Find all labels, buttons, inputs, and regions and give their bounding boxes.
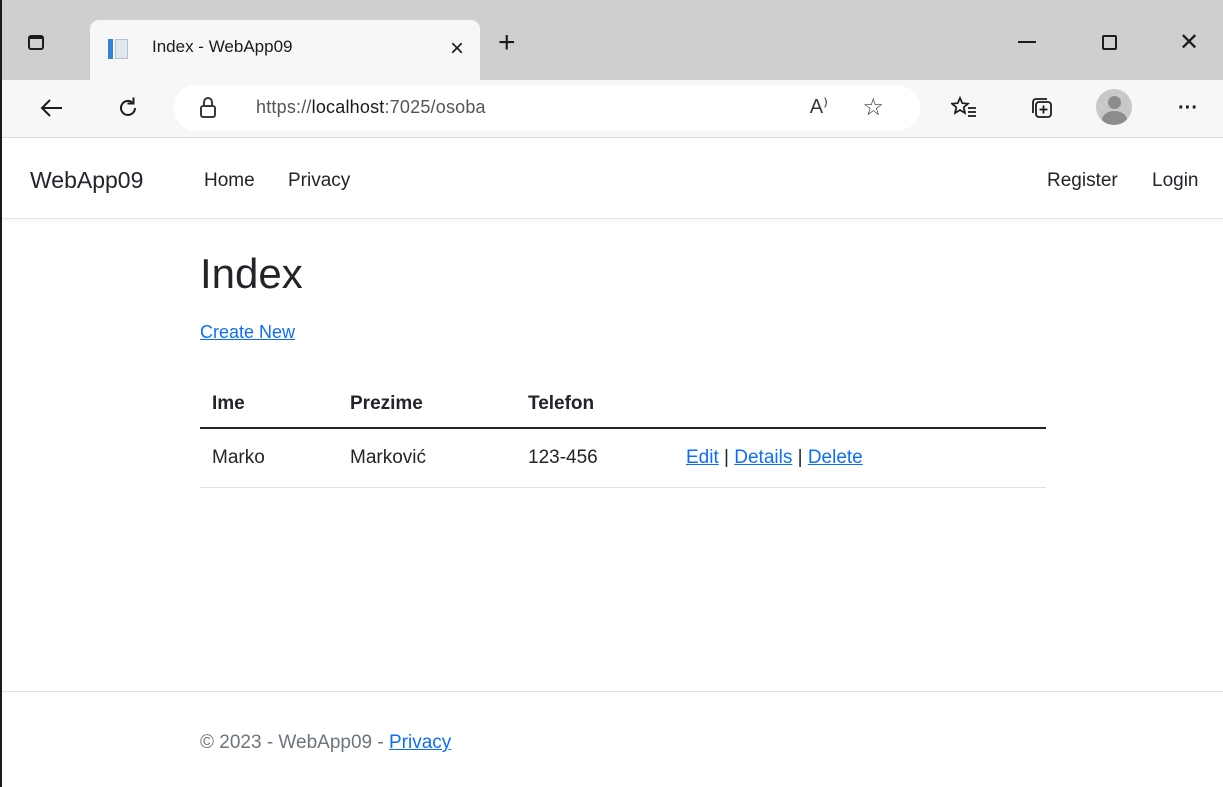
collections-icon (1032, 98, 1052, 118)
create-new-link[interactable]: Create New (200, 322, 295, 343)
site-footer: © 2023 - WebApp09 - Privacy (2, 691, 1223, 787)
collections-button[interactable] (1024, 90, 1060, 126)
add-favorite-icon[interactable]: ☆ (862, 93, 884, 122)
read-aloud-icon[interactable]: A⁾ (810, 94, 828, 119)
tab-title: Index - WebApp09 (152, 37, 293, 56)
browser-toolbar: https://localhost:7025/osoba A⁾ ☆ ··· (2, 80, 1223, 138)
nav-link-privacy[interactable]: Privacy (288, 170, 350, 192)
column-header-actions (674, 380, 1046, 429)
table-header-row: Ime Prezime Telefon (200, 380, 1046, 429)
url-text: https://localhost:7025/osoba (256, 97, 486, 117)
table-row: Marko Marković 123-456 Edit | Details | … (200, 428, 1046, 488)
site-navbar: WebApp09 Home Privacy Register Login (2, 139, 1223, 219)
favorites-icon (951, 96, 976, 117)
address-bar[interactable]: https://localhost:7025/osoba A⁾ ☆ (174, 85, 920, 131)
nav-link-register[interactable]: Register (1047, 170, 1118, 192)
new-tab-button[interactable]: + (498, 28, 516, 58)
back-button[interactable] (34, 90, 70, 126)
cell-telefon: 123-456 (516, 428, 674, 488)
column-header-telefon: Telefon (516, 380, 674, 429)
page-favicon-icon (108, 39, 128, 59)
footer-text: © 2023 - WebApp09 - Privacy (200, 732, 452, 753)
tab-index[interactable]: Index - WebApp09 × (90, 20, 480, 80)
action-separator: | (797, 446, 803, 468)
data-table: Ime Prezime Telefon Marko Marković 123-4… (200, 380, 1046, 488)
tab-close-icon[interactable]: × (450, 34, 464, 64)
brand-link[interactable]: WebApp09 (30, 167, 143, 194)
window-close-icon: ✕ (1178, 28, 1200, 56)
maximize-button[interactable] (1084, 22, 1134, 62)
minimize-icon (1018, 41, 1036, 43)
delete-link[interactable]: Delete (808, 447, 863, 468)
refresh-icon (120, 97, 136, 116)
refresh-button[interactable] (110, 90, 146, 126)
details-link[interactable]: Details (734, 447, 792, 468)
tab-strip: Index - WebApp09 × + ✕ (2, 0, 1223, 80)
footer-privacy-link[interactable]: Privacy (389, 732, 451, 753)
column-header-ime: Ime (200, 380, 338, 429)
cell-prezime: Marković (338, 428, 516, 488)
tab-actions-icon (28, 34, 44, 50)
lock-icon[interactable] (200, 97, 216, 119)
maximize-icon (1101, 34, 1117, 50)
profile-icon (1108, 96, 1121, 109)
tab-actions-button[interactable] (16, 22, 56, 62)
minimize-button[interactable] (1002, 22, 1052, 62)
column-header-prezime: Prezime (338, 380, 516, 429)
more-icon: ··· (1178, 96, 1198, 119)
edit-link[interactable]: Edit (686, 447, 719, 468)
back-arrow-icon (40, 99, 62, 117)
favorites-button[interactable] (946, 90, 982, 126)
page-title: Index (200, 250, 303, 297)
cell-ime: Marko (200, 428, 338, 488)
cell-actions: Edit | Details | Delete (674, 428, 1046, 488)
nav-link-login[interactable]: Login (1152, 170, 1199, 192)
window-close-button[interactable]: ✕ (1164, 22, 1214, 62)
action-separator: | (724, 446, 729, 468)
profile-avatar[interactable] (1096, 89, 1132, 125)
nav-link-home[interactable]: Home (204, 170, 255, 192)
more-menu-button[interactable]: ··· (1170, 90, 1206, 126)
